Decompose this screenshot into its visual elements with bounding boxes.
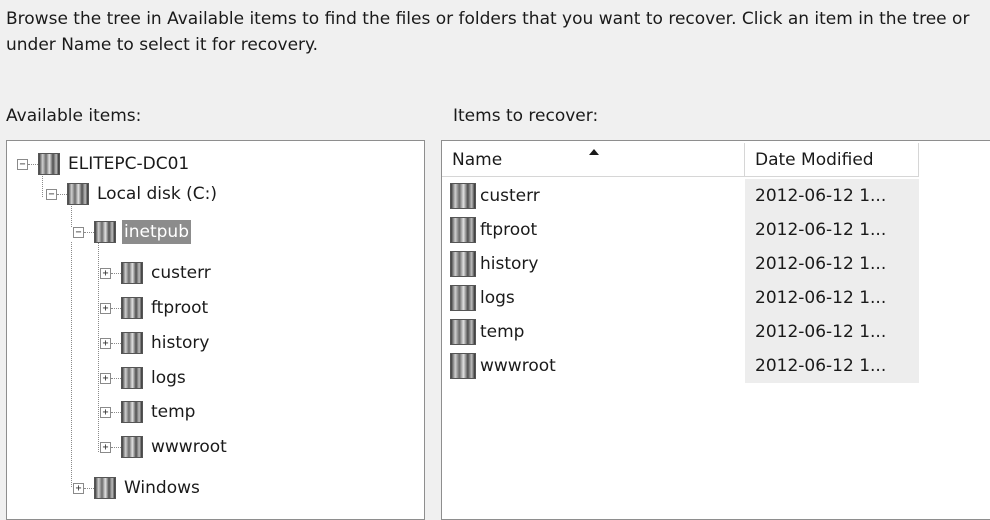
tree-connector [57,193,67,195]
collapse-icon[interactable]: − [46,188,57,200]
folder-icon [450,319,476,345]
list-item-date: 2012-06-12 1... [745,179,919,213]
list-item-name: wwwroot [450,349,556,383]
folder-icon [121,262,143,284]
list-item[interactable]: ftproot 2012-06-12 1... [442,213,919,247]
folder-icon [94,477,116,499]
list-item[interactable]: wwwroot 2012-06-12 1... [442,349,919,383]
computer-icon [38,153,60,175]
tree-item-inetpub[interactable]: − inetpub [73,217,191,247]
expand-icon[interactable]: + [100,406,111,418]
tree-item-local-disk[interactable]: − Local disk (C:) [46,179,219,209]
tree-connector [111,307,121,309]
list-item[interactable]: custerr 2012-06-12 1... [442,179,919,213]
list-item-name-text: ftproot [480,220,538,240]
tree-connector [98,242,99,452]
column-header-date-modified[interactable]: Date Modified [745,143,919,177]
list-item-name: custerr [450,179,540,213]
expand-icon[interactable]: + [100,337,111,349]
list-item-name: history [450,247,538,281]
items-to-recover-list[interactable]: Name Date Modified custerr 2012-06-12 1.… [441,140,990,520]
tree-item-wwwroot[interactable]: + wwwroot [100,432,229,462]
tree-item-logs[interactable]: + logs [100,363,188,393]
tree-item-label: temp [151,402,196,422]
collapse-icon[interactable]: − [17,158,28,170]
list-item-name: logs [450,281,515,315]
drive-icon [67,183,89,205]
column-header-label: Date Modified [755,149,874,170]
folder-icon [121,401,143,423]
expand-icon[interactable]: + [73,482,84,494]
folder-icon [121,332,143,354]
sort-ascending-icon [589,149,599,155]
list-item-date: 2012-06-12 1... [745,247,919,281]
list-item-name: ftproot [450,213,537,247]
tree-connector [111,377,121,379]
column-header-label: Name [452,149,503,170]
list-item-name-text: history [480,254,539,274]
column-header-name[interactable]: Name [442,143,745,177]
tree-item-custerr[interactable]: + custerr [100,258,213,288]
list-item-name-text: temp [480,322,525,342]
tree-item-label: inetpub [122,220,191,244]
expand-icon[interactable]: + [100,267,111,279]
folder-icon [450,217,476,243]
folder-icon [450,353,476,379]
tree-item-label: logs [151,368,186,388]
list-item-name-text: logs [480,288,515,308]
expand-icon[interactable]: + [100,302,111,314]
tree-connector [71,242,72,487]
available-items-label: Available items: [6,106,142,126]
tree-item-label: Windows [124,478,200,498]
tree-item-ftproot[interactable]: + ftproot [100,293,210,323]
tree-connector [111,446,121,448]
tree-item-windows[interactable]: + Windows [73,473,202,503]
expand-icon[interactable]: + [100,372,111,384]
folder-icon [121,436,143,458]
folder-icon [450,285,476,311]
tree-item-label: wwwroot [151,437,227,457]
folder-icon [94,221,116,243]
list-item-date: 2012-06-12 1... [745,349,919,383]
collapse-icon[interactable]: − [73,226,84,238]
items-to-recover-label: Items to recover: [453,106,599,126]
folder-icon [450,251,476,277]
expand-icon[interactable]: + [100,441,111,453]
folder-icon [121,367,143,389]
available-items-tree[interactable]: − ELITEPC-DC01 − Local disk (C:) − inetp… [6,140,425,520]
tree-connector [111,272,121,274]
tree-item-elitepc-dc01[interactable]: − ELITEPC-DC01 [17,149,191,179]
tree-connector [111,342,121,344]
tree-item-label: ftproot [151,298,209,318]
tree-connector [84,231,94,233]
tree-connector [111,411,121,413]
list-item-name-text: custerr [480,186,540,206]
tree-connector [28,163,38,165]
tree-connector [84,487,94,489]
list-item-date: 2012-06-12 1... [745,213,919,247]
tree-item-label: Local disk (C:) [97,184,217,204]
tree-item-history[interactable]: + history [100,328,211,358]
folder-icon [450,183,476,209]
list-item[interactable]: temp 2012-06-12 1... [442,315,919,349]
list-item-name: temp [450,315,524,349]
list-item-name-text: wwwroot [480,356,556,376]
tree-item-temp[interactable]: + temp [100,397,197,427]
tree-item-label: custerr [151,263,211,283]
folder-icon [121,297,143,319]
list-item-date: 2012-06-12 1... [745,315,919,349]
tree-item-label: ELITEPC-DC01 [68,154,190,174]
list-item[interactable]: history 2012-06-12 1... [442,247,919,281]
list-item[interactable]: logs 2012-06-12 1... [442,281,919,315]
tree-item-label: history [151,333,210,353]
list-item-date: 2012-06-12 1... [745,281,919,315]
instructions-text: Browse the tree in Available items to fi… [6,9,970,55]
